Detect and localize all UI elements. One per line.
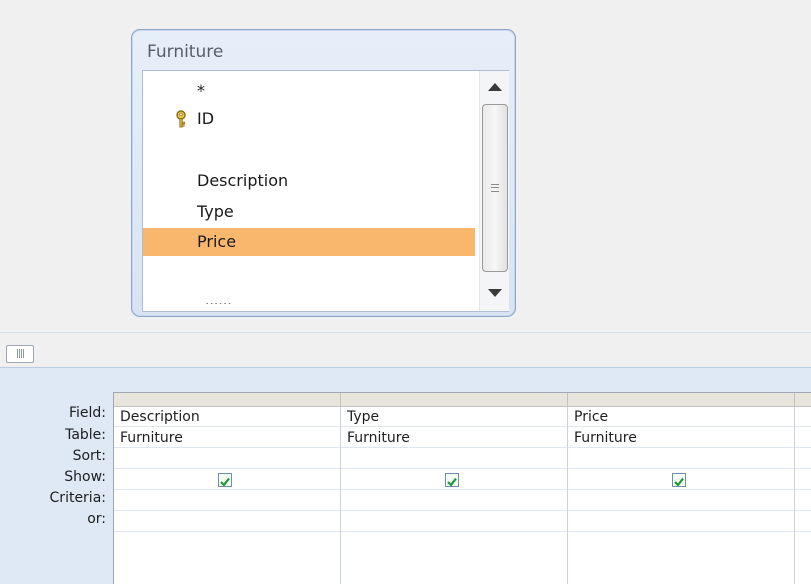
row-label-show: Show: xyxy=(64,469,106,485)
field-item-price[interactable]: Price xyxy=(143,228,475,256)
field-cell[interactable]: Price xyxy=(568,407,794,427)
sort-cell[interactable] xyxy=(114,449,340,469)
field-item-all[interactable]: * xyxy=(143,77,475,105)
grid-column-type: Type Furniture xyxy=(341,407,568,584)
field-list[interactable]: * ID Description Type Price ...... xyxy=(142,70,509,312)
field-item-description[interactable]: Description xyxy=(143,167,475,195)
or-cell[interactable] xyxy=(568,512,794,532)
criteria-cell[interactable] xyxy=(568,491,794,511)
table-diagram-pane: Furniture * ID Description Type Price ..… xyxy=(0,0,811,332)
empty-cell[interactable] xyxy=(795,491,811,511)
column-selector-empty[interactable] xyxy=(795,393,811,407)
checkmark-icon xyxy=(674,477,684,487)
field-item-label: * xyxy=(197,81,205,100)
grip-icon xyxy=(491,184,499,192)
show-cell[interactable] xyxy=(114,470,340,490)
or-cell[interactable] xyxy=(341,512,567,532)
show-checkbox[interactable] xyxy=(445,473,459,487)
checkmark-icon xyxy=(447,477,457,487)
field-cell[interactable]: Description xyxy=(114,407,340,427)
query-design-grid-area: Field: Table: Sort: Show: Criteria: or: … xyxy=(0,368,811,584)
criteria-cell[interactable] xyxy=(341,491,567,511)
field-item-id[interactable]: ID xyxy=(143,105,475,133)
column-selector-description[interactable] xyxy=(114,393,341,407)
scrollbar-thumb[interactable] xyxy=(482,104,508,272)
field-item-label: Price xyxy=(197,232,237,251)
row-label-sort: Sort: xyxy=(72,448,106,464)
table-cell[interactable]: Furniture xyxy=(114,428,340,448)
pane-splitter[interactable]: |||| xyxy=(0,332,811,369)
empty-cell[interactable] xyxy=(795,470,811,490)
grip-icon[interactable]: |||| xyxy=(6,345,34,363)
show-checkbox[interactable] xyxy=(218,473,232,487)
empty-cell[interactable] xyxy=(795,512,811,532)
table-cell[interactable]: Furniture xyxy=(568,428,794,448)
table-window-title[interactable]: Furniture xyxy=(147,42,223,62)
row-label-or: or: xyxy=(87,511,106,527)
table-cell[interactable]: Furniture xyxy=(341,428,567,448)
criteria-cell[interactable] xyxy=(114,491,340,511)
field-item-label: ID xyxy=(197,109,215,128)
show-checkbox[interactable] xyxy=(672,473,686,487)
triangle-up-icon[interactable] xyxy=(488,83,502,91)
empty-cell[interactable] xyxy=(795,428,811,448)
show-cell[interactable] xyxy=(568,470,794,490)
grid-column-price: Price Furniture xyxy=(568,407,795,584)
field-item-label: Description xyxy=(197,171,289,190)
or-cell[interactable] xyxy=(114,512,340,532)
query-design-grid[interactable]: Description Furniture Type Furniture Pri… xyxy=(113,392,811,584)
field-list-scrollbar[interactable] xyxy=(479,71,509,311)
sort-cell[interactable] xyxy=(568,449,794,469)
triangle-down-icon[interactable] xyxy=(488,289,502,297)
key-icon xyxy=(176,110,186,128)
column-selector-type[interactable] xyxy=(341,393,568,407)
row-label-table: Table: xyxy=(65,427,106,443)
empty-cell[interactable] xyxy=(795,407,811,427)
field-cell[interactable]: Type xyxy=(341,407,567,427)
show-cell[interactable] xyxy=(341,470,567,490)
checkmark-icon xyxy=(220,477,230,487)
row-label-field: Field: xyxy=(68,405,106,421)
sort-cell[interactable] xyxy=(341,449,567,469)
field-item-type[interactable]: Type xyxy=(143,198,475,226)
column-selector-price[interactable] xyxy=(568,393,795,407)
row-label-criteria: Criteria: xyxy=(49,490,106,506)
grid-row-headers: Field: Table: Sort: Show: Criteria: or: xyxy=(0,368,112,584)
furniture-table-window[interactable]: Furniture * ID Description Type Price ..… xyxy=(131,29,516,317)
field-item-label: Type xyxy=(197,202,234,221)
grid-column-description: Description Furniture xyxy=(114,407,341,584)
partially-visible-field[interactable]: ...... xyxy=(205,296,232,304)
grid-column-empty[interactable] xyxy=(795,407,811,584)
empty-cell[interactable] xyxy=(795,449,811,469)
